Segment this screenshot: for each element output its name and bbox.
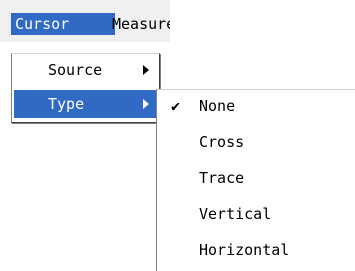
menu-cursor-label: Cursor <box>15 15 70 33</box>
type-item-trace[interactable]: Trace <box>159 164 354 192</box>
check-icon: ✔ <box>171 97 181 115</box>
type-submenu: ✔ None Cross Trace Vertical Horizontal <box>156 89 355 271</box>
menu-item-type-label: Type <box>48 95 85 113</box>
menu-item-source-label: Source <box>48 61 103 79</box>
menu-item-source[interactable]: Source <box>14 56 157 84</box>
menu-measure[interactable]: Measure <box>112 13 170 35</box>
menu-bar: Cursor Measure <box>0 0 170 42</box>
type-item-trace-label: Trace <box>199 169 245 187</box>
type-item-vertical-label: Vertical <box>199 205 272 223</box>
chevron-right-icon <box>143 99 149 109</box>
cursor-dropdown-menu: Source Type <box>11 53 160 123</box>
menu-measure-label: Measure <box>112 15 170 33</box>
type-item-vertical[interactable]: Vertical <box>159 200 354 228</box>
type-item-cross[interactable]: Cross <box>159 128 354 156</box>
type-item-none[interactable]: ✔ None <box>159 92 354 120</box>
chevron-right-icon <box>143 65 149 75</box>
type-item-horizontal[interactable]: Horizontal <box>159 236 354 264</box>
menu-cursor[interactable]: Cursor <box>11 13 115 35</box>
menu-item-type[interactable]: Type <box>14 90 157 118</box>
type-item-cross-label: Cross <box>199 133 245 151</box>
type-item-none-label: None <box>199 97 236 115</box>
type-item-horizontal-label: Horizontal <box>199 241 290 259</box>
